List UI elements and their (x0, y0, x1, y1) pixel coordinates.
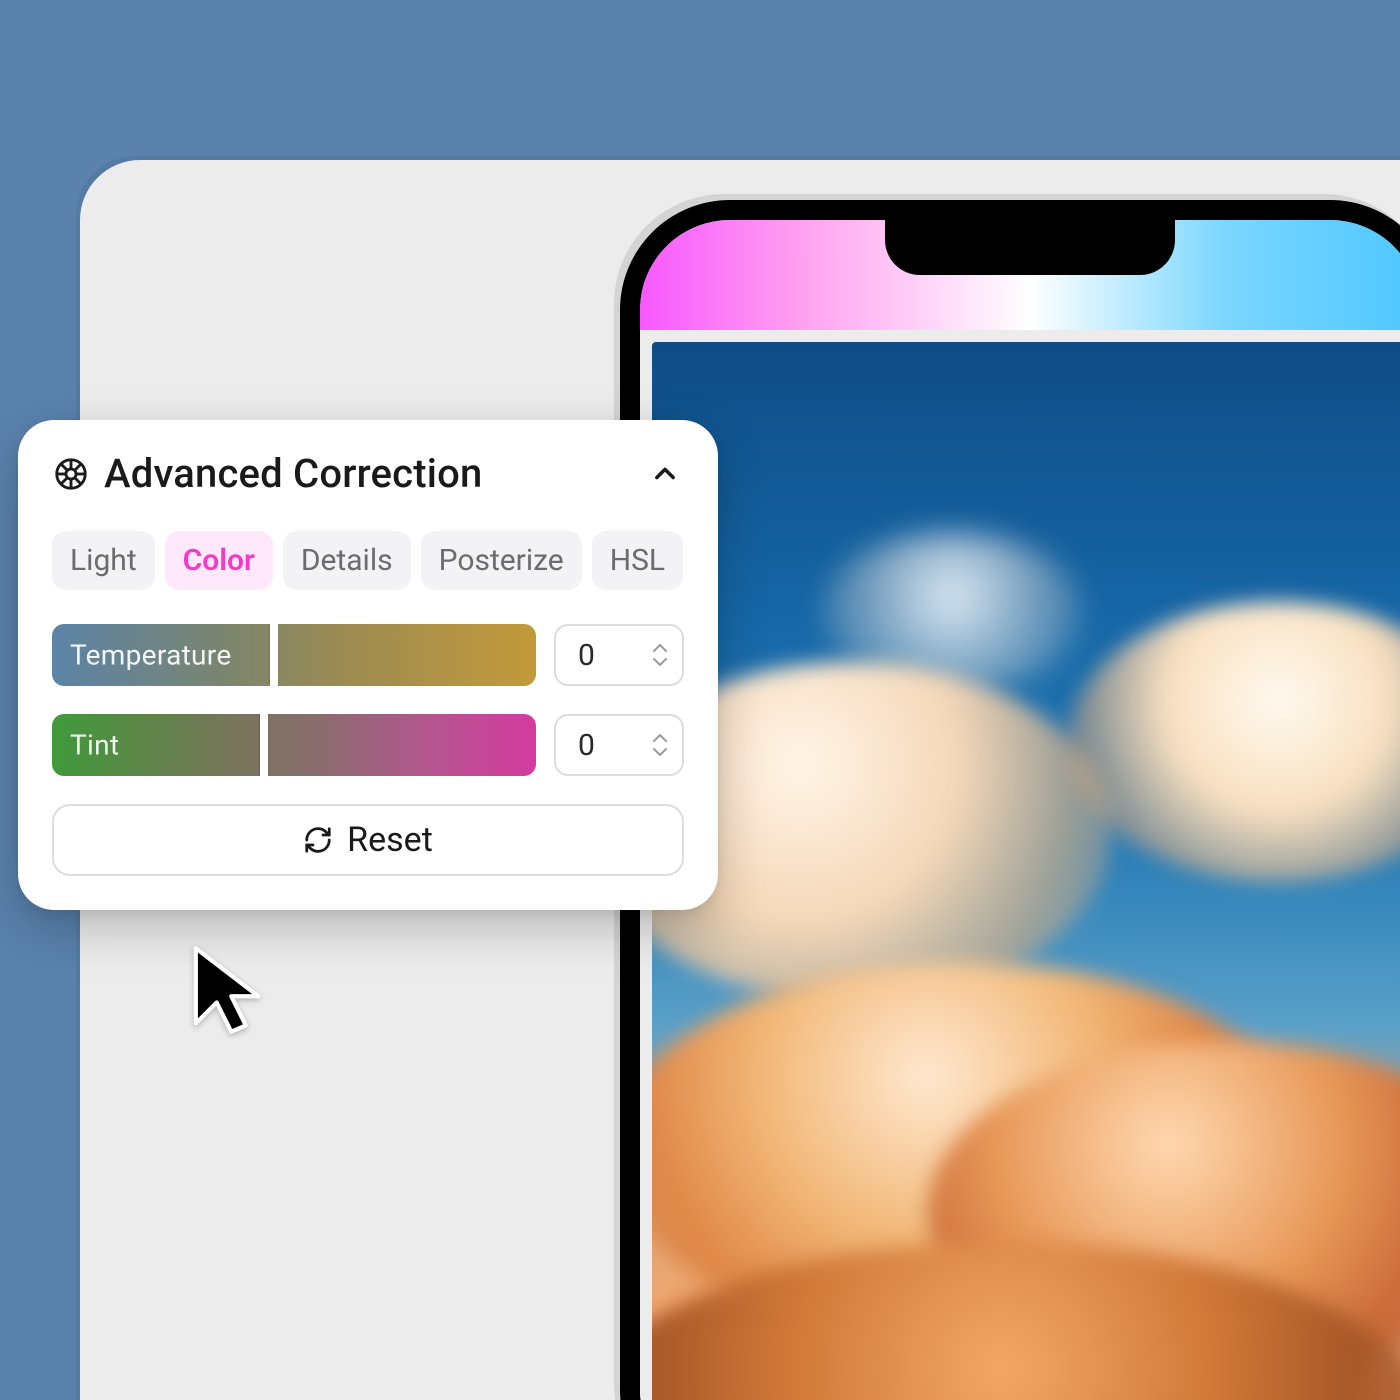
cursor-pointer-icon (180, 940, 270, 1044)
chevron-up-icon (652, 643, 668, 653)
tint-handle[interactable] (260, 714, 268, 776)
phone-frame (620, 200, 1400, 1400)
tint-row: Tint 0 (52, 714, 684, 776)
temperature-slider[interactable]: Temperature (52, 624, 536, 686)
tab-details[interactable]: Details (283, 531, 411, 590)
temperature-stepper[interactable] (652, 643, 668, 667)
tab-hsl[interactable]: HSL (592, 531, 683, 590)
tab-posterize[interactable]: Posterize (421, 531, 582, 590)
chevron-down-icon (652, 747, 668, 757)
phone-notch (885, 220, 1175, 275)
reset-button[interactable]: Reset (52, 804, 684, 876)
reset-label: Reset (347, 820, 433, 860)
panel-header: Advanced Correction (52, 450, 684, 497)
adjustments-icon (52, 455, 90, 493)
tab-light[interactable]: Light (52, 531, 155, 590)
temperature-value: 0 (578, 638, 595, 673)
tint-value-input[interactable]: 0 (554, 714, 684, 776)
temperature-value-input[interactable]: 0 (554, 624, 684, 686)
advanced-correction-panel: Advanced Correction Light Color Details … (18, 420, 718, 910)
chevron-up-icon (652, 733, 668, 743)
photo-preview (652, 342, 1400, 1400)
tint-stepper[interactable] (652, 733, 668, 757)
temperature-row: Temperature 0 (52, 624, 684, 686)
tint-value: 0 (578, 728, 595, 763)
tabs-row: Light Color Details Posterize HSL (52, 531, 684, 590)
panel-title: Advanced Correction (104, 450, 632, 497)
phone-screen (640, 220, 1400, 1400)
tint-label: Tint (70, 729, 119, 762)
reset-icon (303, 825, 333, 855)
chevron-down-icon (652, 657, 668, 667)
chevron-up-icon (651, 460, 679, 488)
photo-canvas-wrap (640, 330, 1400, 1400)
tab-color[interactable]: Color (165, 531, 273, 590)
tint-slider[interactable]: Tint (52, 714, 536, 776)
temperature-label: Temperature (70, 639, 231, 672)
temperature-handle[interactable] (270, 624, 278, 686)
collapse-button[interactable] (646, 455, 684, 493)
